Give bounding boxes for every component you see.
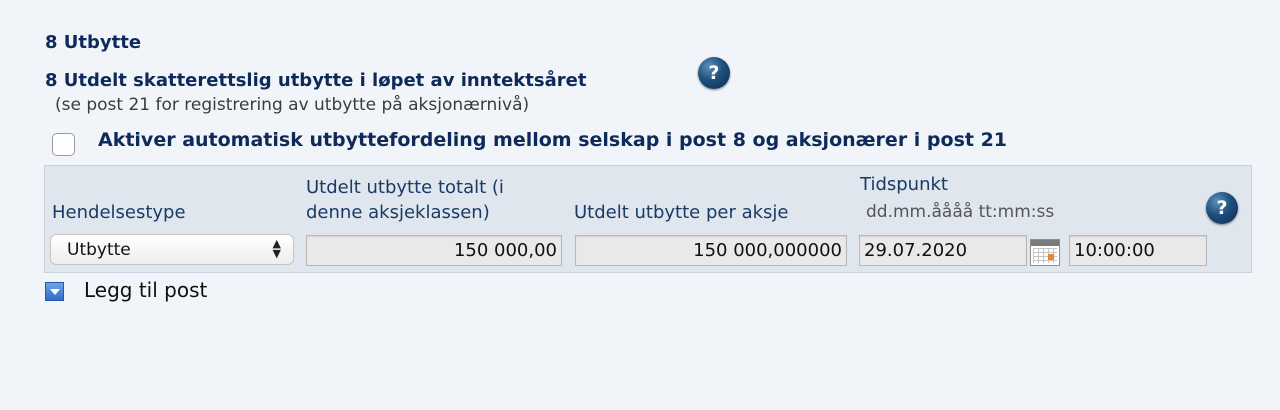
per-share-dividend-field[interactable]: 150 000,000000 bbox=[575, 235, 847, 266]
calendar-icon[interactable] bbox=[1030, 239, 1060, 266]
auto-distribution-checkbox[interactable] bbox=[52, 133, 75, 156]
event-type-value: Utbytte bbox=[67, 240, 131, 260]
col-header-total-line2: denne aksjeklassen) bbox=[306, 202, 490, 223]
section-title: 8 Utbytte bbox=[45, 32, 142, 53]
updown-arrows-icon: ▲ ▼ bbox=[272, 237, 281, 260]
col-header-event-type: Hendelsestype bbox=[52, 202, 186, 223]
help-question-icon[interactable]: ? bbox=[698, 57, 730, 89]
add-post-arrow-icon[interactable] bbox=[45, 282, 64, 301]
time-format-hint: dd.mm.åååå tt:mm:ss bbox=[866, 202, 1055, 222]
auto-distribution-label[interactable]: Aktiver automatisk utbyttefordeling mell… bbox=[98, 129, 1007, 151]
subsection-note: (se post 21 for registrering av utbytte … bbox=[55, 95, 530, 115]
date-field[interactable]: 29.07.2020 bbox=[859, 235, 1027, 266]
total-dividend-field[interactable]: 150 000,00 bbox=[306, 235, 562, 266]
row-help-question-icon[interactable]: ? bbox=[1206, 192, 1238, 224]
col-header-total-line1: Utdelt utbytte totalt (i bbox=[306, 177, 504, 198]
subsection-title: 8 Utdelt skatterettslig utbytte i løpet … bbox=[45, 70, 587, 91]
time-field[interactable]: 10:00:00 bbox=[1069, 235, 1207, 266]
col-header-total: Utdelt utbytte totalt (i denne aksjeklas… bbox=[306, 175, 504, 225]
event-type-select[interactable]: Utbytte ▲ ▼ bbox=[50, 234, 294, 265]
add-post-link[interactable]: Legg til post bbox=[84, 278, 207, 302]
col-header-time: Tidspunkt bbox=[860, 174, 948, 195]
col-header-per-share: Utdelt utbytte per aksje bbox=[574, 202, 789, 223]
